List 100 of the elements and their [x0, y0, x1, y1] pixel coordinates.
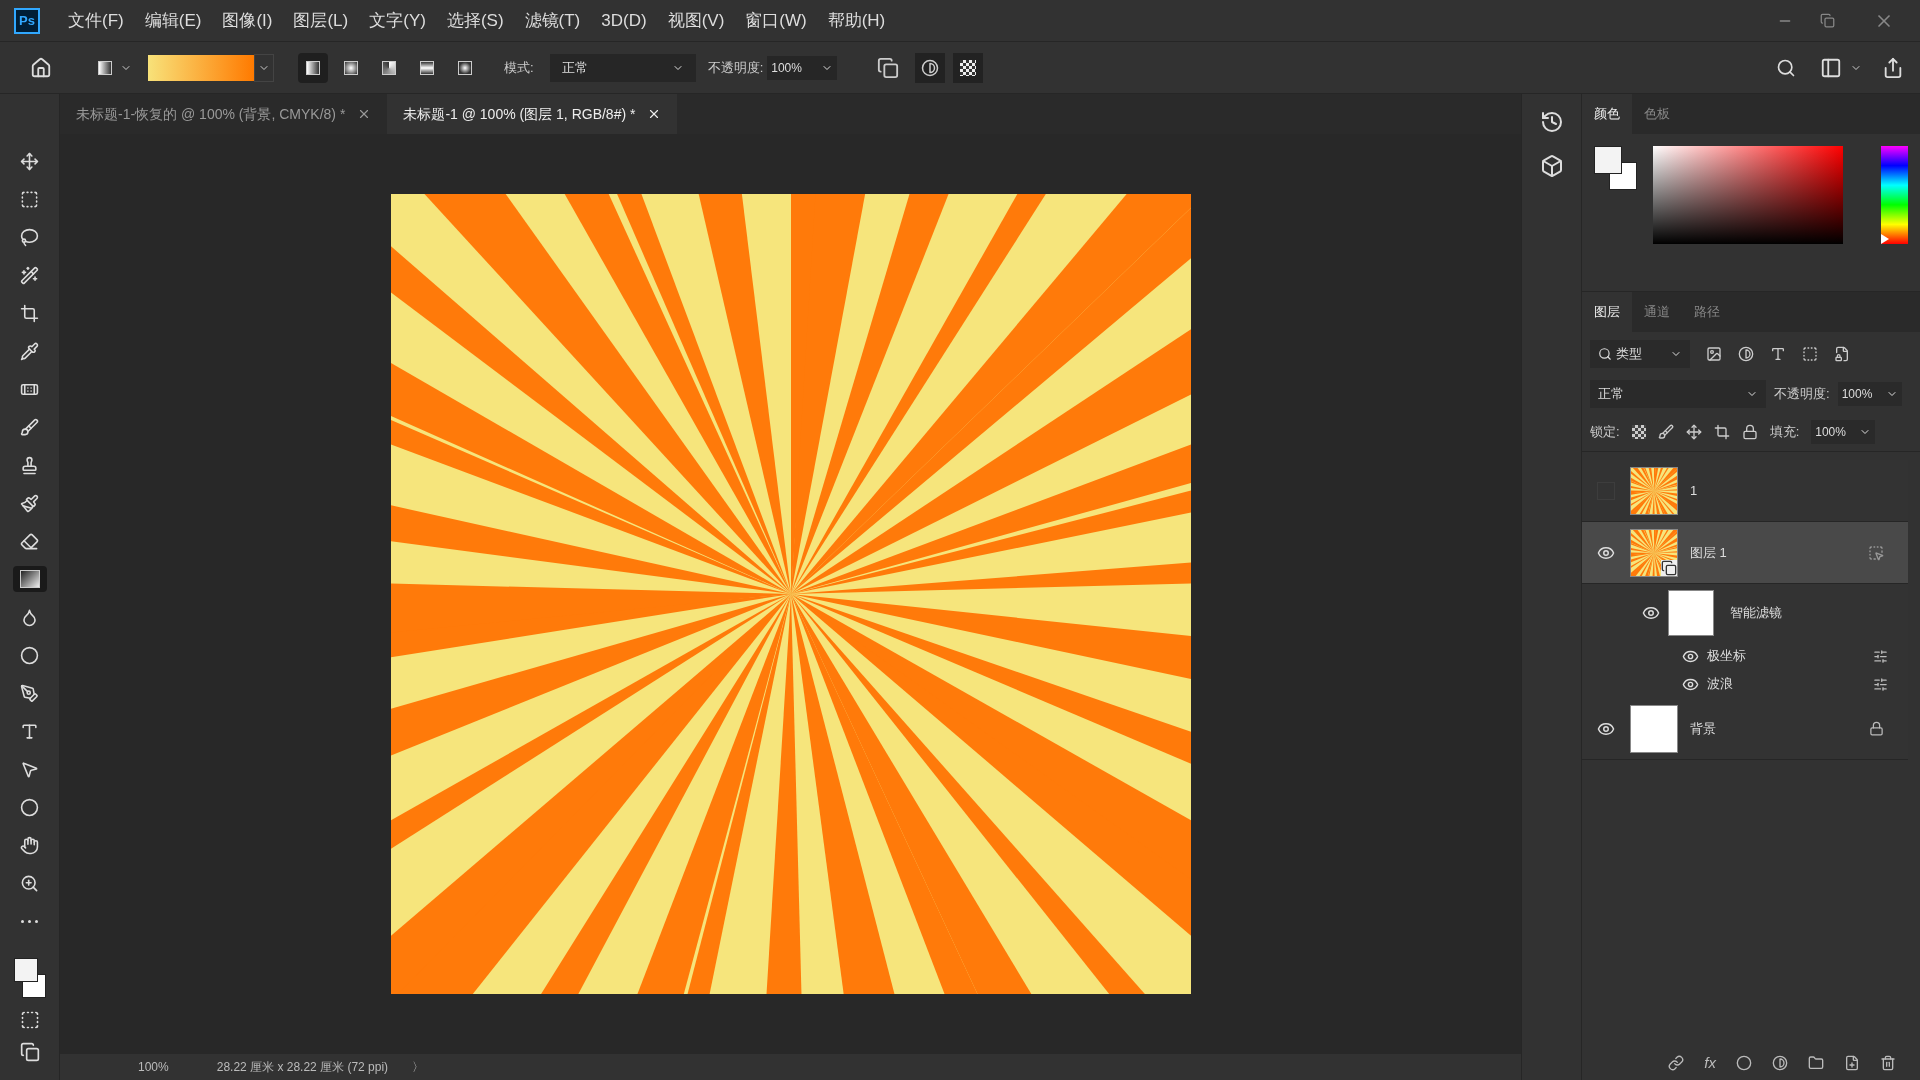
- transparency-button[interactable]: [953, 52, 984, 83]
- menu-item[interactable]: 图层(L): [293, 7, 349, 34]
- menu-item[interactable]: 3D(D): [601, 7, 647, 34]
- restore-icon[interactable]: [1819, 13, 1835, 28]
- home-icon[interactable]: [30, 56, 52, 79]
- document-tab[interactable]: 未标题-1 @ 100% (图层 1, RGB/8#) *: [387, 94, 678, 134]
- type-tool-icon: [20, 721, 39, 741]
- gradient-icon: [98, 60, 112, 75]
- zoom-tool-icon: [20, 873, 39, 893]
- ellipse-tool-icon: [20, 797, 39, 817]
- stamp-tool-icon: [20, 455, 39, 475]
- layer-name: 1: [1690, 481, 1699, 500]
- document-info: 28.22 厘米 x 28.22 厘米 (72 ppi): [216, 1059, 389, 1076]
- opacity-label: 不透明度:: [707, 58, 764, 77]
- mode-dropdown[interactable]: 正常: [549, 53, 696, 82]
- opacity-label: 不透明度:: [1774, 385, 1830, 404]
- workspace-icon[interactable]: [1820, 56, 1842, 79]
- layer-name: 图层 1: [1690, 543, 1728, 562]
- layer-opacity-field[interactable]: 100%: [1837, 382, 1902, 406]
- panel-tab[interactable]: 图层: [1582, 292, 1632, 332]
- adjustment-layer-icon[interactable]: [1772, 1055, 1788, 1071]
- more-tool-icon: [21, 919, 38, 923]
- quick-mask-icon[interactable]: [19, 1010, 40, 1030]
- opacity-field[interactable]: 100%: [767, 55, 838, 80]
- lock-artboard-icon[interactable]: [1713, 423, 1730, 440]
- hue-slider[interactable]: [1880, 146, 1908, 244]
- panel-tab[interactable]: 颜色: [1582, 94, 1632, 134]
- gradient-dropdown[interactable]: [254, 53, 274, 82]
- lock-position-icon[interactable]: [1685, 423, 1702, 440]
- eyedropper-tool-icon: [20, 341, 39, 361]
- filter-options-icon[interactable]: [1873, 648, 1888, 664]
- half-circle-icon: [921, 58, 940, 77]
- mask-icon[interactable]: [1736, 1055, 1752, 1071]
- gradient-icon: [420, 60, 434, 75]
- select-tool-icon: [20, 759, 39, 779]
- menu-item[interactable]: 选择(S): [446, 7, 504, 34]
- tool-button[interactable]: [12, 566, 47, 592]
- checkerboard-icon: [960, 59, 977, 76]
- image-filter-icon[interactable]: [1706, 346, 1722, 362]
- blur-tool-icon: [20, 607, 39, 627]
- lock-pixels-icon[interactable]: [1657, 423, 1674, 440]
- panel-tab[interactable]: 色板: [1632, 94, 1682, 134]
- status-arrow[interactable]: 〉: [412, 1058, 425, 1076]
- history-icon[interactable]: [1539, 110, 1564, 134]
- 3d-icon[interactable]: [1539, 154, 1564, 178]
- dither-button[interactable]: [915, 52, 946, 83]
- color-swatches[interactable]: [1594, 146, 1637, 190]
- visibility-eye-icon[interactable]: [1642, 604, 1660, 622]
- menu-item[interactable]: 编辑(E): [144, 7, 202, 34]
- lasso-tool-icon: [20, 227, 39, 247]
- layer-filter-dropdown[interactable]: 类型: [1590, 340, 1690, 368]
- type-filter-icon[interactable]: [1770, 346, 1786, 362]
- brush-tool-icon: [20, 417, 39, 437]
- eraser-tool-icon: [20, 531, 39, 551]
- pen-tool-icon: [20, 683, 39, 703]
- lock-transparency-icon[interactable]: [1631, 424, 1646, 439]
- menu-item[interactable]: 文字(Y): [369, 7, 426, 34]
- panel-tab[interactable]: 路径: [1682, 292, 1732, 332]
- menu-item[interactable]: 图像(I): [222, 7, 273, 34]
- gradient-icon: [458, 60, 472, 75]
- link-icon[interactable]: [1668, 1055, 1685, 1071]
- lock-all-icon[interactable]: [1741, 423, 1758, 440]
- menu-item[interactable]: 滤镜(T): [524, 7, 581, 34]
- menu-item[interactable]: 帮助(H): [827, 7, 886, 34]
- hand-tool-icon: [20, 835, 39, 855]
- lock-icon: [1869, 721, 1884, 736]
- menu-item[interactable]: 视图(V): [667, 7, 725, 34]
- screen-mode-icon[interactable]: [19, 1042, 40, 1062]
- gradient-swatch[interactable]: [148, 54, 254, 81]
- filter-options-icon[interactable]: [1873, 676, 1888, 692]
- menu-item[interactable]: 窗口(W): [745, 7, 807, 34]
- group-icon[interactable]: [1808, 1055, 1824, 1071]
- adjustment-filter-icon[interactable]: [1738, 346, 1754, 362]
- smart-filter-label: 智能滤镜: [1730, 604, 1782, 623]
- smart-object-filter-icon[interactable]: [1834, 346, 1850, 362]
- blend-mode-dropdown[interactable]: 正常: [1590, 380, 1766, 408]
- zoom-level: 100%: [138, 1059, 169, 1076]
- fill-field[interactable]: 100%: [1811, 419, 1876, 444]
- gradient-icon: [19, 570, 40, 588]
- share-icon[interactable]: [1882, 56, 1904, 79]
- wand-tool-icon: [20, 265, 39, 285]
- dodge-tool-icon: [20, 645, 39, 665]
- move-tool-icon: [20, 151, 39, 171]
- gradient-tool-preset[interactable]: [98, 60, 132, 75]
- delete-icon[interactable]: [1880, 1055, 1896, 1071]
- new-layer-icon[interactable]: [1844, 1055, 1860, 1071]
- layer-row[interactable]: 图层 1: [1582, 522, 1908, 584]
- filter-name: 波浪: [1707, 675, 1734, 694]
- panel-tab[interactable]: 通道: [1632, 292, 1682, 332]
- shape-filter-icon[interactable]: [1802, 346, 1818, 362]
- menu-item[interactable]: 文件(F): [68, 7, 124, 34]
- fill-label: 填充:: [1769, 422, 1800, 441]
- color-picker-field[interactable]: [1653, 146, 1843, 244]
- search-icon[interactable]: [1776, 57, 1796, 78]
- fx-icon[interactable]: fx: [1704, 1051, 1716, 1075]
- hue-slider-thumb[interactable]: [1880, 234, 1889, 244]
- gradient-type-button[interactable]: [298, 52, 328, 83]
- app-logo: Ps: [14, 7, 40, 34]
- gradient-icon: [382, 60, 396, 75]
- crop-tool-icon: [20, 303, 39, 323]
